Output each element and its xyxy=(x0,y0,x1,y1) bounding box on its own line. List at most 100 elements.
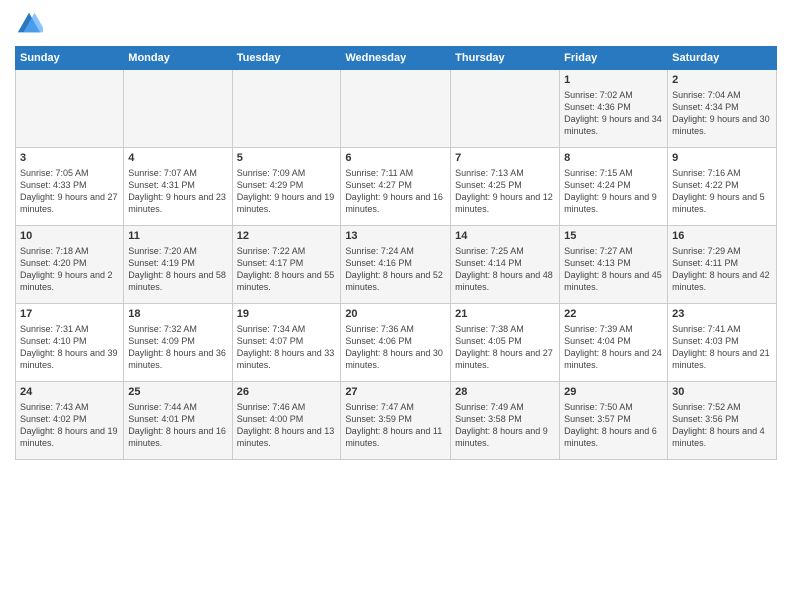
day-info: Sunrise: 7:05 AM Sunset: 4:33 PM Dayligh… xyxy=(20,167,119,216)
day-info: Sunrise: 7:24 AM Sunset: 4:16 PM Dayligh… xyxy=(345,245,446,294)
day-info: Sunrise: 7:46 AM Sunset: 4:00 PM Dayligh… xyxy=(237,401,337,450)
day-number: 21 xyxy=(455,307,555,322)
calendar-week-3: 10Sunrise: 7:18 AM Sunset: 4:20 PM Dayli… xyxy=(16,226,777,304)
day-info: Sunrise: 7:36 AM Sunset: 4:06 PM Dayligh… xyxy=(345,323,446,372)
day-info: Sunrise: 7:31 AM Sunset: 4:10 PM Dayligh… xyxy=(20,323,119,372)
day-info: Sunrise: 7:20 AM Sunset: 4:19 PM Dayligh… xyxy=(128,245,227,294)
day-number: 28 xyxy=(455,385,555,400)
calendar-cell xyxy=(124,70,232,148)
day-number: 16 xyxy=(672,229,772,244)
day-number: 19 xyxy=(237,307,337,322)
calendar-cell: 27Sunrise: 7:47 AM Sunset: 3:59 PM Dayli… xyxy=(341,382,451,460)
day-info: Sunrise: 7:50 AM Sunset: 3:57 PM Dayligh… xyxy=(564,401,663,450)
calendar-week-5: 24Sunrise: 7:43 AM Sunset: 4:02 PM Dayli… xyxy=(16,382,777,460)
calendar-cell: 25Sunrise: 7:44 AM Sunset: 4:01 PM Dayli… xyxy=(124,382,232,460)
calendar-cell: 19Sunrise: 7:34 AM Sunset: 4:07 PM Dayli… xyxy=(232,304,341,382)
calendar-cell: 8Sunrise: 7:15 AM Sunset: 4:24 PM Daylig… xyxy=(560,148,668,226)
day-info: Sunrise: 7:25 AM Sunset: 4:14 PM Dayligh… xyxy=(455,245,555,294)
col-thursday: Thursday xyxy=(451,47,560,70)
calendar-cell: 17Sunrise: 7:31 AM Sunset: 4:10 PM Dayli… xyxy=(16,304,124,382)
calendar-cell: 3Sunrise: 7:05 AM Sunset: 4:33 PM Daylig… xyxy=(16,148,124,226)
calendar-cell: 16Sunrise: 7:29 AM Sunset: 4:11 PM Dayli… xyxy=(668,226,777,304)
day-number: 3 xyxy=(20,151,119,166)
day-info: Sunrise: 7:11 AM Sunset: 4:27 PM Dayligh… xyxy=(345,167,446,216)
calendar-cell: 6Sunrise: 7:11 AM Sunset: 4:27 PM Daylig… xyxy=(341,148,451,226)
calendar-cell: 30Sunrise: 7:52 AM Sunset: 3:56 PM Dayli… xyxy=(668,382,777,460)
day-number: 29 xyxy=(564,385,663,400)
day-info: Sunrise: 7:18 AM Sunset: 4:20 PM Dayligh… xyxy=(20,245,119,294)
calendar-cell: 24Sunrise: 7:43 AM Sunset: 4:02 PM Dayli… xyxy=(16,382,124,460)
calendar: Sunday Monday Tuesday Wednesday Thursday… xyxy=(15,46,777,460)
day-number: 10 xyxy=(20,229,119,244)
day-info: Sunrise: 7:27 AM Sunset: 4:13 PM Dayligh… xyxy=(564,245,663,294)
calendar-cell: 13Sunrise: 7:24 AM Sunset: 4:16 PM Dayli… xyxy=(341,226,451,304)
calendar-cell xyxy=(16,70,124,148)
col-saturday: Saturday xyxy=(668,47,777,70)
calendar-week-2: 3Sunrise: 7:05 AM Sunset: 4:33 PM Daylig… xyxy=(16,148,777,226)
calendar-cell: 15Sunrise: 7:27 AM Sunset: 4:13 PM Dayli… xyxy=(560,226,668,304)
day-number: 4 xyxy=(128,151,227,166)
calendar-cell: 4Sunrise: 7:07 AM Sunset: 4:31 PM Daylig… xyxy=(124,148,232,226)
day-info: Sunrise: 7:15 AM Sunset: 4:24 PM Dayligh… xyxy=(564,167,663,216)
calendar-week-4: 17Sunrise: 7:31 AM Sunset: 4:10 PM Dayli… xyxy=(16,304,777,382)
day-info: Sunrise: 7:47 AM Sunset: 3:59 PM Dayligh… xyxy=(345,401,446,450)
day-info: Sunrise: 7:13 AM Sunset: 4:25 PM Dayligh… xyxy=(455,167,555,216)
logo-icon xyxy=(15,10,43,38)
day-number: 13 xyxy=(345,229,446,244)
day-info: Sunrise: 7:32 AM Sunset: 4:09 PM Dayligh… xyxy=(128,323,227,372)
calendar-cell: 12Sunrise: 7:22 AM Sunset: 4:17 PM Dayli… xyxy=(232,226,341,304)
day-info: Sunrise: 7:41 AM Sunset: 4:03 PM Dayligh… xyxy=(672,323,772,372)
calendar-header-row: Sunday Monday Tuesday Wednesday Thursday… xyxy=(16,47,777,70)
col-sunday: Sunday xyxy=(16,47,124,70)
calendar-cell xyxy=(451,70,560,148)
day-info: Sunrise: 7:02 AM Sunset: 4:36 PM Dayligh… xyxy=(564,89,663,138)
calendar-cell: 21Sunrise: 7:38 AM Sunset: 4:05 PM Dayli… xyxy=(451,304,560,382)
header xyxy=(15,10,777,38)
col-monday: Monday xyxy=(124,47,232,70)
logo xyxy=(15,10,47,38)
day-number: 27 xyxy=(345,385,446,400)
col-wednesday: Wednesday xyxy=(341,47,451,70)
calendar-cell: 20Sunrise: 7:36 AM Sunset: 4:06 PM Dayli… xyxy=(341,304,451,382)
day-number: 24 xyxy=(20,385,119,400)
calendar-cell: 2Sunrise: 7:04 AM Sunset: 4:34 PM Daylig… xyxy=(668,70,777,148)
calendar-cell xyxy=(232,70,341,148)
calendar-cell: 28Sunrise: 7:49 AM Sunset: 3:58 PM Dayli… xyxy=(451,382,560,460)
col-tuesday: Tuesday xyxy=(232,47,341,70)
calendar-cell: 18Sunrise: 7:32 AM Sunset: 4:09 PM Dayli… xyxy=(124,304,232,382)
col-friday: Friday xyxy=(560,47,668,70)
calendar-week-1: 1Sunrise: 7:02 AM Sunset: 4:36 PM Daylig… xyxy=(16,70,777,148)
calendar-cell: 26Sunrise: 7:46 AM Sunset: 4:00 PM Dayli… xyxy=(232,382,341,460)
day-info: Sunrise: 7:49 AM Sunset: 3:58 PM Dayligh… xyxy=(455,401,555,450)
day-number: 8 xyxy=(564,151,663,166)
calendar-cell: 7Sunrise: 7:13 AM Sunset: 4:25 PM Daylig… xyxy=(451,148,560,226)
day-info: Sunrise: 7:22 AM Sunset: 4:17 PM Dayligh… xyxy=(237,245,337,294)
day-info: Sunrise: 7:43 AM Sunset: 4:02 PM Dayligh… xyxy=(20,401,119,450)
day-number: 15 xyxy=(564,229,663,244)
calendar-cell: 14Sunrise: 7:25 AM Sunset: 4:14 PM Dayli… xyxy=(451,226,560,304)
calendar-cell: 1Sunrise: 7:02 AM Sunset: 4:36 PM Daylig… xyxy=(560,70,668,148)
day-info: Sunrise: 7:29 AM Sunset: 4:11 PM Dayligh… xyxy=(672,245,772,294)
calendar-cell: 29Sunrise: 7:50 AM Sunset: 3:57 PM Dayli… xyxy=(560,382,668,460)
day-info: Sunrise: 7:52 AM Sunset: 3:56 PM Dayligh… xyxy=(672,401,772,450)
day-number: 22 xyxy=(564,307,663,322)
day-number: 17 xyxy=(20,307,119,322)
day-info: Sunrise: 7:07 AM Sunset: 4:31 PM Dayligh… xyxy=(128,167,227,216)
calendar-cell: 5Sunrise: 7:09 AM Sunset: 4:29 PM Daylig… xyxy=(232,148,341,226)
day-number: 25 xyxy=(128,385,227,400)
day-info: Sunrise: 7:38 AM Sunset: 4:05 PM Dayligh… xyxy=(455,323,555,372)
page: Sunday Monday Tuesday Wednesday Thursday… xyxy=(0,0,792,612)
day-number: 26 xyxy=(237,385,337,400)
day-number: 12 xyxy=(237,229,337,244)
day-number: 5 xyxy=(237,151,337,166)
calendar-cell: 10Sunrise: 7:18 AM Sunset: 4:20 PM Dayli… xyxy=(16,226,124,304)
day-number: 9 xyxy=(672,151,772,166)
day-info: Sunrise: 7:34 AM Sunset: 4:07 PM Dayligh… xyxy=(237,323,337,372)
day-number: 11 xyxy=(128,229,227,244)
day-info: Sunrise: 7:44 AM Sunset: 4:01 PM Dayligh… xyxy=(128,401,227,450)
day-number: 1 xyxy=(564,73,663,88)
day-number: 23 xyxy=(672,307,772,322)
day-number: 18 xyxy=(128,307,227,322)
day-number: 30 xyxy=(672,385,772,400)
day-info: Sunrise: 7:39 AM Sunset: 4:04 PM Dayligh… xyxy=(564,323,663,372)
